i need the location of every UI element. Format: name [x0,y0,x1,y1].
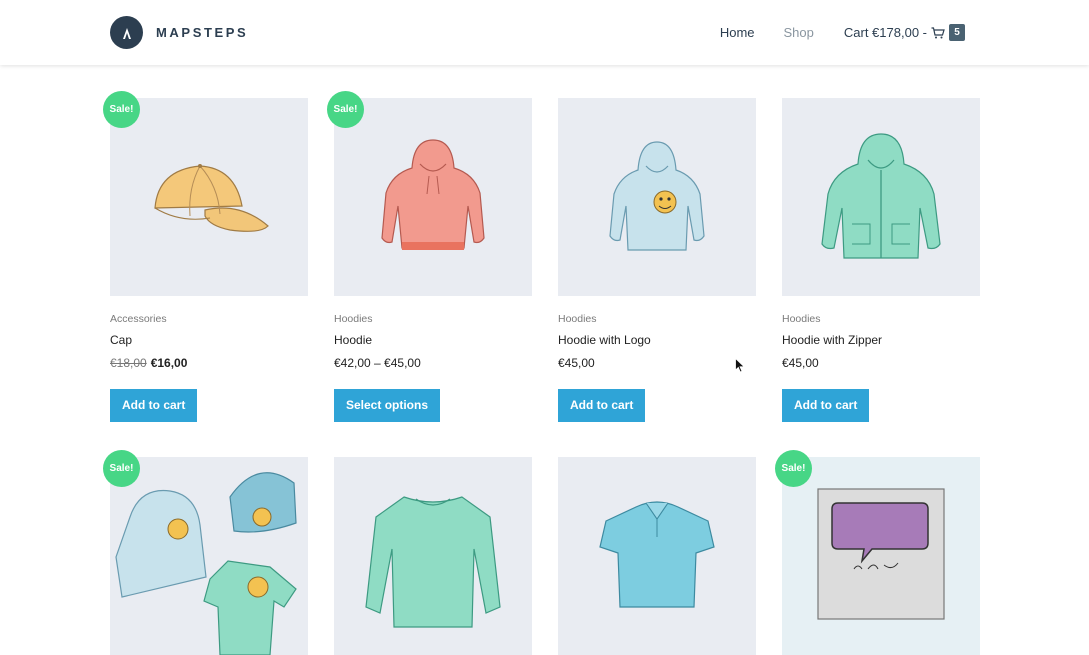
sale-badge: Sale! [775,450,812,487]
product-card [334,457,532,655]
product-category[interactable]: Hoodies [558,313,756,325]
sale-badge: Sale! [103,91,140,128]
product-title[interactable]: Hoodie [334,333,532,347]
add-to-cart-button[interactable]: Add to cart [110,389,198,422]
product-price: €42,00 – €45,00 [334,356,421,370]
add-to-cart-button[interactable]: Add to cart [782,389,870,422]
product-card [558,457,756,655]
site-header: MAPSTEPS Home Shop Cart €178,00 - 5 [0,0,1089,65]
sale-price: €16,00 [150,356,188,370]
polo-image [599,501,715,608]
nav-shop-link[interactable]: Shop [784,25,814,40]
logo-icon [110,16,143,49]
hoodie-zipper-image [821,133,941,259]
sale-badge: Sale! [327,91,364,128]
product-image[interactable] [558,457,756,655]
product-card: Hoodies Hoodie with Logo €45,00 Add to c… [558,98,756,422]
product-image[interactable] [110,457,308,655]
cap-image [154,164,269,232]
add-to-cart-button[interactable]: Add to cart [558,389,646,422]
clothing-set-image [115,472,297,655]
product-card: Sale! [775,450,980,655]
product-category[interactable]: Accessories [110,313,308,325]
brand-name: MAPSTEPS [156,25,249,40]
product-category[interactable]: Hoodies [334,313,532,325]
product-image[interactable] [782,457,980,655]
cart-count-badge: 5 [949,24,965,41]
product-card: Sale! Hoodies Hoodie €42,00 – €45,00 Sel… [327,91,532,422]
select-options-button[interactable]: Select options [334,389,441,422]
product-image[interactable] [334,457,532,655]
long-sleeve-tee-image [365,496,501,628]
mouse-pointer-icon [735,357,745,378]
product-image[interactable] [558,98,756,296]
nav-home-link[interactable]: Home [720,25,755,40]
hoodie-red-image [381,139,485,250]
original-price: €18,00 [110,356,147,370]
product-price: €18,00 €16,00 [110,356,308,370]
product-image[interactable] [782,98,980,296]
product-card: Sale! Accessories Cap €18,00 €16,00 Add t… [103,91,308,422]
hoodie-logo-image [609,141,705,251]
sale-badge: Sale! [103,450,140,487]
logo[interactable]: MAPSTEPS [110,16,248,49]
product-image[interactable] [334,98,532,296]
product-card: Hoodies Hoodie with Zipper €45,00 Add to… [782,98,980,422]
product-title[interactable]: Hoodie with Zipper [782,333,980,347]
product-card: Sale! [103,450,308,655]
product-price: €45,00 [782,356,819,370]
product-title[interactable]: Cap [110,333,308,347]
cart-icon [931,26,945,39]
cart-link[interactable]: Cart €178,00 - 5 [844,24,965,41]
product-price: €45,00 [558,356,595,370]
woo-single-image [817,488,945,620]
cart-total: Cart €178,00 - [843,25,927,40]
product-image[interactable] [110,98,308,296]
product-title[interactable]: Hoodie with Logo [558,333,756,347]
product-category[interactable]: Hoodies [782,313,980,325]
main-nav: Home Shop Cart €178,00 - 5 [720,24,965,41]
